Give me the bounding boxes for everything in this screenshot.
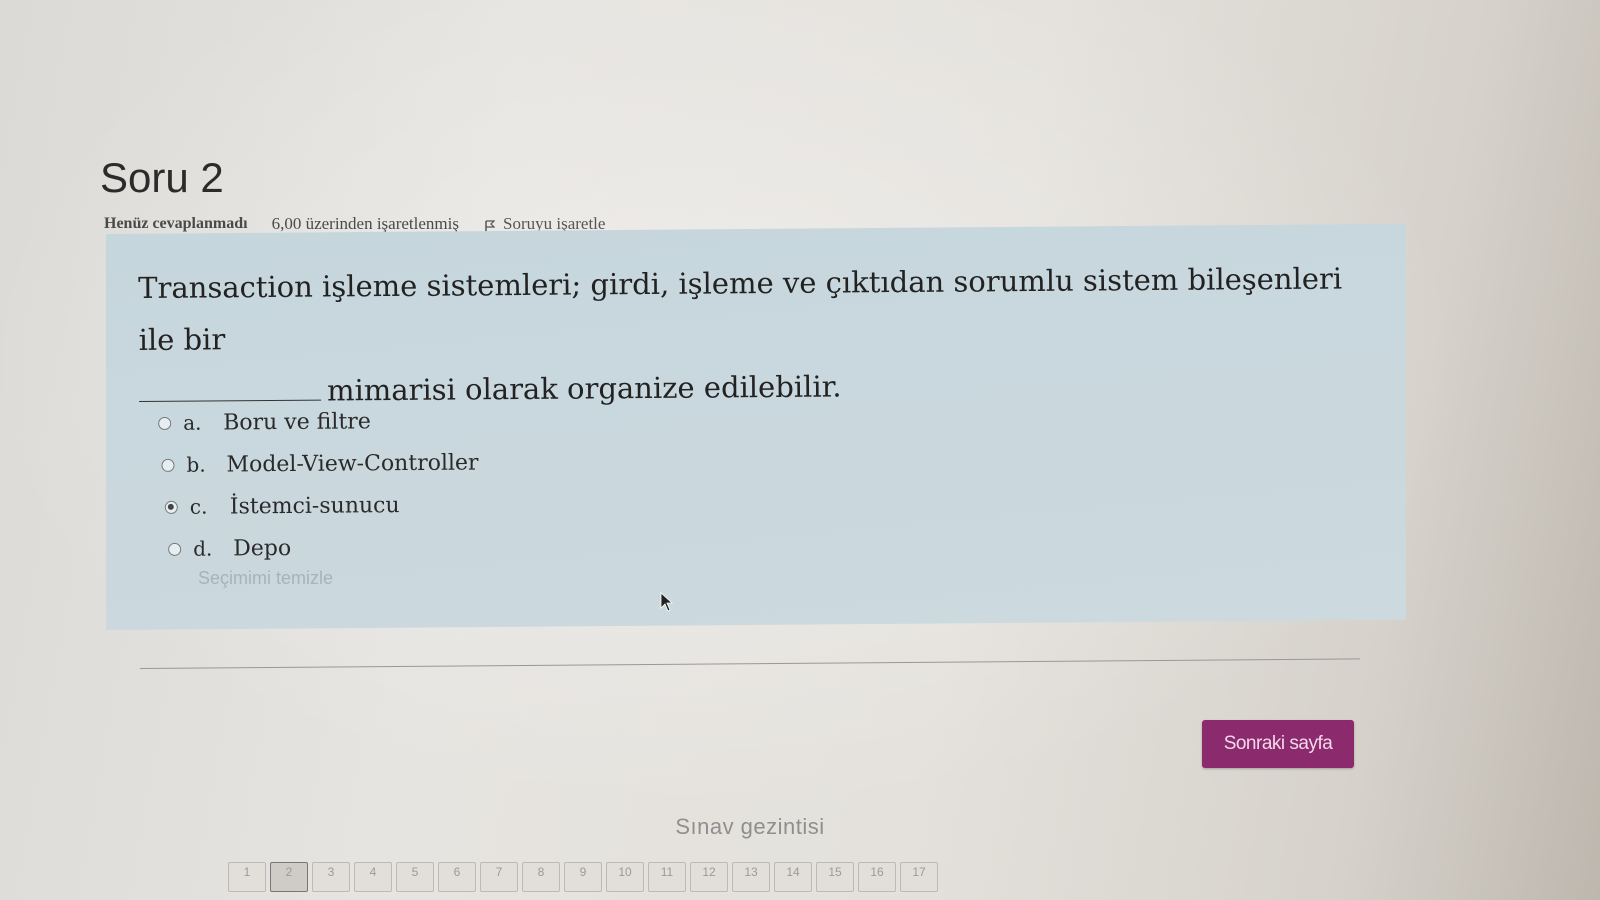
quiz-nav-button-6[interactable]: 6 [438,862,476,892]
answer-letter-a: a. [183,410,202,435]
answer-option-d[interactable]: d. Depo [168,525,479,569]
question-text-line1: Transaction işleme sistemleri; girdi, iş… [138,261,1343,357]
answer-option-a[interactable]: a. Boru ve filtre [158,399,478,444]
question-state: Henüz cevaplanmadı [104,215,248,232]
quiz-nav-button-5[interactable]: 5 [396,862,434,892]
quiz-nav-button-13[interactable]: 13 [732,862,770,892]
quiz-nav-button-15[interactable]: 15 [816,862,854,892]
radio-c[interactable] [164,500,178,514]
answer-options: a. Boru ve filtre b. Model-View-Controll… [158,399,479,570]
quiz-nav-button-2[interactable]: 2 [270,862,308,892]
section-divider [140,658,1360,669]
quiz-nav-button-1[interactable]: 1 [228,862,266,892]
next-page-button[interactable]: Sonraki sayfa [1202,720,1354,768]
answer-label-b: Model-View-Controller [226,449,479,477]
answer-blank [138,373,322,402]
quiz-nav-button-11[interactable]: 11 [648,862,686,892]
quiz-nav-button-16[interactable]: 16 [858,862,896,892]
clear-choice-link[interactable]: Seçimimi temizle [198,568,333,589]
question-text: Transaction işleme sistemleri; girdi, iş… [138,252,1379,418]
quiz-nav-button-8[interactable]: 8 [522,862,560,892]
answer-letter-c: c. [189,494,208,519]
answer-letter-b: b. [186,452,206,477]
quiz-nav-button-7[interactable]: 7 [480,862,518,892]
quiz-nav-button-10[interactable]: 10 [606,862,644,892]
quiz-navigation-buttons: 1 2 3 4 5 6 7 8 9 10 11 12 13 14 15 16 17 [228,862,938,892]
radio-d[interactable] [168,542,182,556]
question-title: Soru 2 [100,154,224,201]
quiz-nav-button-14[interactable]: 14 [774,862,812,892]
radio-b[interactable] [161,458,175,472]
answer-letter-d: d. [193,536,213,561]
quiz-nav-button-9[interactable]: 9 [564,862,602,892]
quiz-nav-button-17[interactable]: 17 [900,862,938,892]
mouse-cursor-icon [660,592,674,612]
answer-label-c: İstemci-sunucu [229,492,400,519]
quiz-nav-button-4[interactable]: 4 [354,862,392,892]
answer-label-d: Depo [233,535,292,561]
answer-label-a: Boru ve filtre [223,408,371,435]
quiz-navigation-title: Sınav gezintisi [675,814,825,839]
answer-option-b[interactable]: b. Model-View-Controller [161,441,479,485]
answer-option-c[interactable]: c. İstemci-sunucu [164,483,479,527]
radio-a[interactable] [158,416,172,430]
quiz-nav-button-3[interactable]: 3 [312,862,350,892]
quiz-nav-button-12[interactable]: 12 [690,862,728,892]
